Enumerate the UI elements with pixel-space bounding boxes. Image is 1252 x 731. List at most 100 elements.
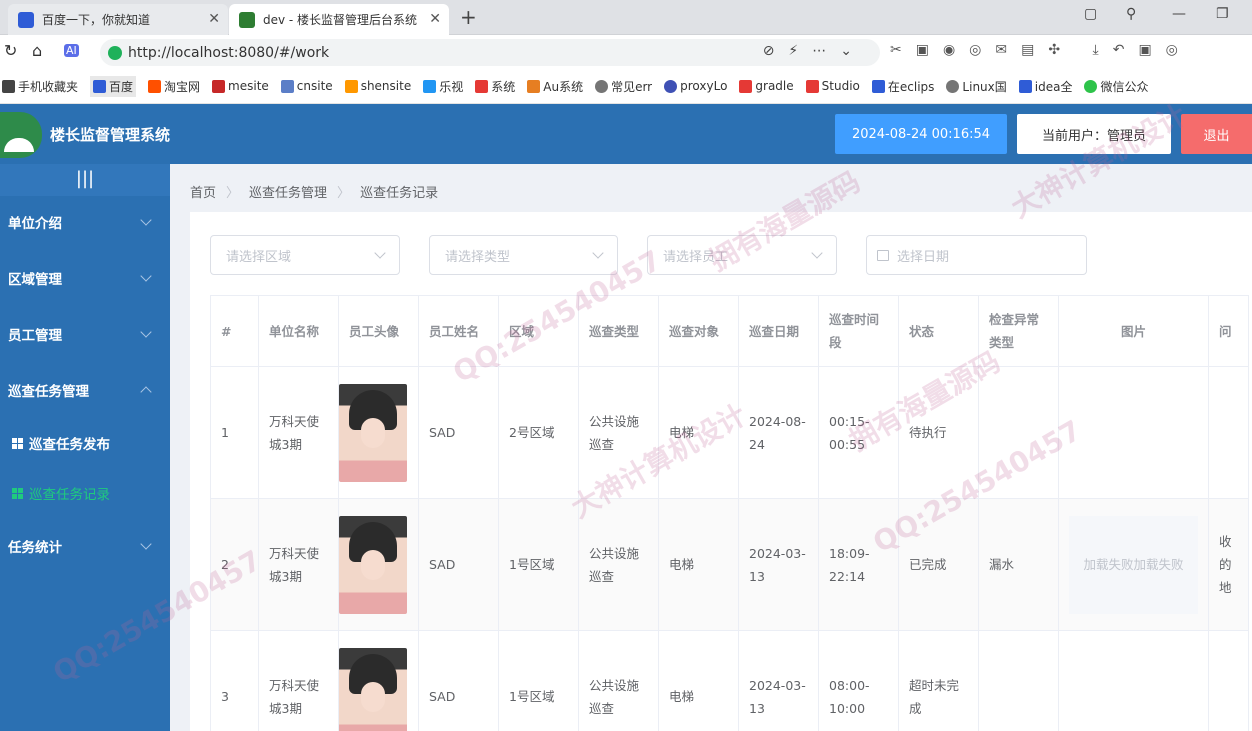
cell-unit: 万科天使城3期 [258,366,339,499]
column-header: # [210,295,259,367]
close-tab-icon[interactable]: ✕ [429,11,441,27]
grid-icon [12,437,23,449]
bookmark-item[interactable]: 淘宝网 [148,78,200,95]
bookmark-label: shensite [360,79,412,93]
cell-index: 1 [210,366,259,499]
breadcrumb-item[interactable]: 巡查任务管理 [249,186,327,201]
breadcrumb-home[interactable]: 首页 [190,186,216,201]
bookmark-item[interactable]: mesite [212,79,269,93]
shensite-icon [344,79,358,93]
table-row: 2 万科天使城3期 SAD 1号区域 公共设施巡查 电梯 2024-03-13 … [210,498,1249,631]
column-header: 巡查类型 [578,295,659,367]
bookmark-item[interactable]: gradle [739,79,794,93]
sidebar-subitem-task-publish[interactable]: 巡查任务发布 [0,418,170,468]
minimize-icon[interactable]: — [1172,6,1186,22]
browser-tab-dev[interactable]: dev - 楼长监督管理后台系统 ✕ [229,4,449,35]
shirt-icon[interactable]: ⚲ [1126,6,1136,22]
url-field[interactable]: http://localhost:8080/#/work ⊘⚡⋯⌄ [100,39,880,66]
bookmark-item[interactable]: 系统 [475,78,515,95]
breadcrumb-separator-icon: 〉 [226,186,240,201]
calendar-icon [877,249,889,261]
bookmark-label: 手机收藏夹 [18,79,79,94]
breadcrumb-current: 巡查任务记录 [360,186,439,201]
cell-period: 00:15-00:55 [818,366,899,499]
bookmark-item[interactable]: 手机收藏夹 [2,78,78,95]
datetime-display: 2024-08-24 00:16:54 [835,114,1007,154]
cell-status: 待执行 [898,366,979,499]
home-icon[interactable]: ⌂ [32,41,42,60]
table-row: 3 万科天使城3期 SAD 1号区域 公共设施巡查 电梯 2024-03-13 … [210,630,1249,731]
bookmark-label: 百度 [109,79,134,94]
restore-icon[interactable]: ❐ [1216,6,1229,22]
date-picker[interactable]: 选择日期 [866,235,1087,275]
cell-date: 2024-08-24 [738,366,819,499]
cell-index: 2 [210,498,259,631]
cell-image [1058,366,1209,499]
cell-avatar [338,366,419,499]
cell-date: 2024-03-13 [738,498,819,631]
sidebar-item-label: 员工管理 [8,328,62,344]
employee-avatar [339,383,407,482]
column-header: 员工姓名 [418,295,499,367]
cell-area: 1号区域 [498,630,579,731]
sidebar-item-employee-management[interactable]: 员工管理 [0,306,170,362]
browser-tab-baidu[interactable]: 百度一下，你就知道 ✕ [8,4,228,35]
bookmark-item[interactable]: 常见err [595,78,652,95]
task-records-table: # 单位名称 员工头像 员工姓名 区域 巡查类型 巡查对象 巡查日期 巡查时间段… [210,295,1249,731]
employee-select[interactable]: 请选择员工 [647,235,837,275]
bookmark-item[interactable]: Au系统 [527,78,583,95]
menu-toggle-icon[interactable]: ||| [0,164,170,196]
bookmark-item[interactable]: Linux国 [946,78,1007,95]
baidu-paw-icon [18,11,34,28]
bookmark-item[interactable]: Studio [805,79,860,93]
extension-icons[interactable]: ✂▣◉◎✉▤✣ ⤓↶▣◎ [890,42,1192,58]
bookmark-item[interactable]: 乐视 [423,78,463,95]
new-tab-icon[interactable]: + [460,5,477,29]
bookmark-label: 系统 [491,79,516,94]
app-header: 楼长监督管理系统 2024-08-24 00:16:54 当前用户：管理员 退出 [0,104,1252,164]
column-header: 检查异常类型 [978,295,1059,367]
chevron-up-icon [140,386,152,398]
leshi-icon [423,79,437,93]
logout-button[interactable]: 退出 [1181,114,1252,154]
globe-icon [946,79,960,93]
close-tab-icon[interactable]: ✕ [208,11,220,27]
bookmark-label: 淘宝网 [164,79,201,94]
bookmark-label: 乐视 [439,79,464,94]
cell-name: SAD [418,366,499,499]
cell-object: 电梯 [658,498,739,631]
url-toolbar-icons[interactable]: ⊘⚡⋯⌄ [763,43,866,59]
cell-type: 公共设施巡查 [578,366,659,499]
sidebar-subitem-label: 巡查任务发布 [29,437,110,453]
address-bar-row: ↻ ⌂ AI http://localhost:8080/#/work ⊘⚡⋯⌄… [0,35,1252,69]
sidebar-item-unit-intro[interactable]: 单位介绍 [0,194,170,250]
area-select[interactable]: 请选择区域 [210,235,400,275]
sidebar-subitem-task-records[interactable]: 巡查任务记录 [0,468,170,518]
baidu-icon [871,79,885,93]
reload-icon[interactable]: ↻ [4,41,17,60]
cell-area: 1号区域 [498,498,579,631]
column-header: 状态 [898,295,979,367]
sidebar-item-area-management[interactable]: 区域管理 [0,250,170,306]
cell-name: SAD [418,498,499,631]
bookmark-item[interactable]: 微信公众 [1084,78,1148,95]
cell-extra [1208,630,1249,731]
bookmark-item[interactable]: 在eclips [871,78,934,95]
sidebar-item-patrol-task-management[interactable]: 巡查任务管理 [0,362,170,418]
type-select[interactable]: 请选择类型 [429,235,618,275]
wechat-icon [1084,79,1098,93]
employee-select-placeholder: 请选择员工 [663,249,729,265]
bookmarks-bar: 手机收藏夹 百度 淘宝网 mesite cnsite shensite 乐视 系… [0,69,1252,104]
bookmark-item[interactable]: shensite [344,79,412,93]
tab-count-icon[interactable]: ▢ [1084,6,1097,22]
ai-icon[interactable]: AI [64,44,79,57]
sidebar-item-task-statistics[interactable]: 任务统计 [0,518,170,574]
chevron-down-icon [811,247,823,259]
bookmark-item[interactable]: cnsite [280,79,333,93]
bookmark-item[interactable]: proxyLo [664,79,727,93]
bookmark-item[interactable]: 百度 [90,75,137,97]
column-header: 单位名称 [258,295,339,367]
security-shield-icon [108,45,122,60]
sidebar-subitem-label: 巡查任务记录 [29,487,110,503]
bookmark-item[interactable]: idea全 [1018,78,1072,95]
